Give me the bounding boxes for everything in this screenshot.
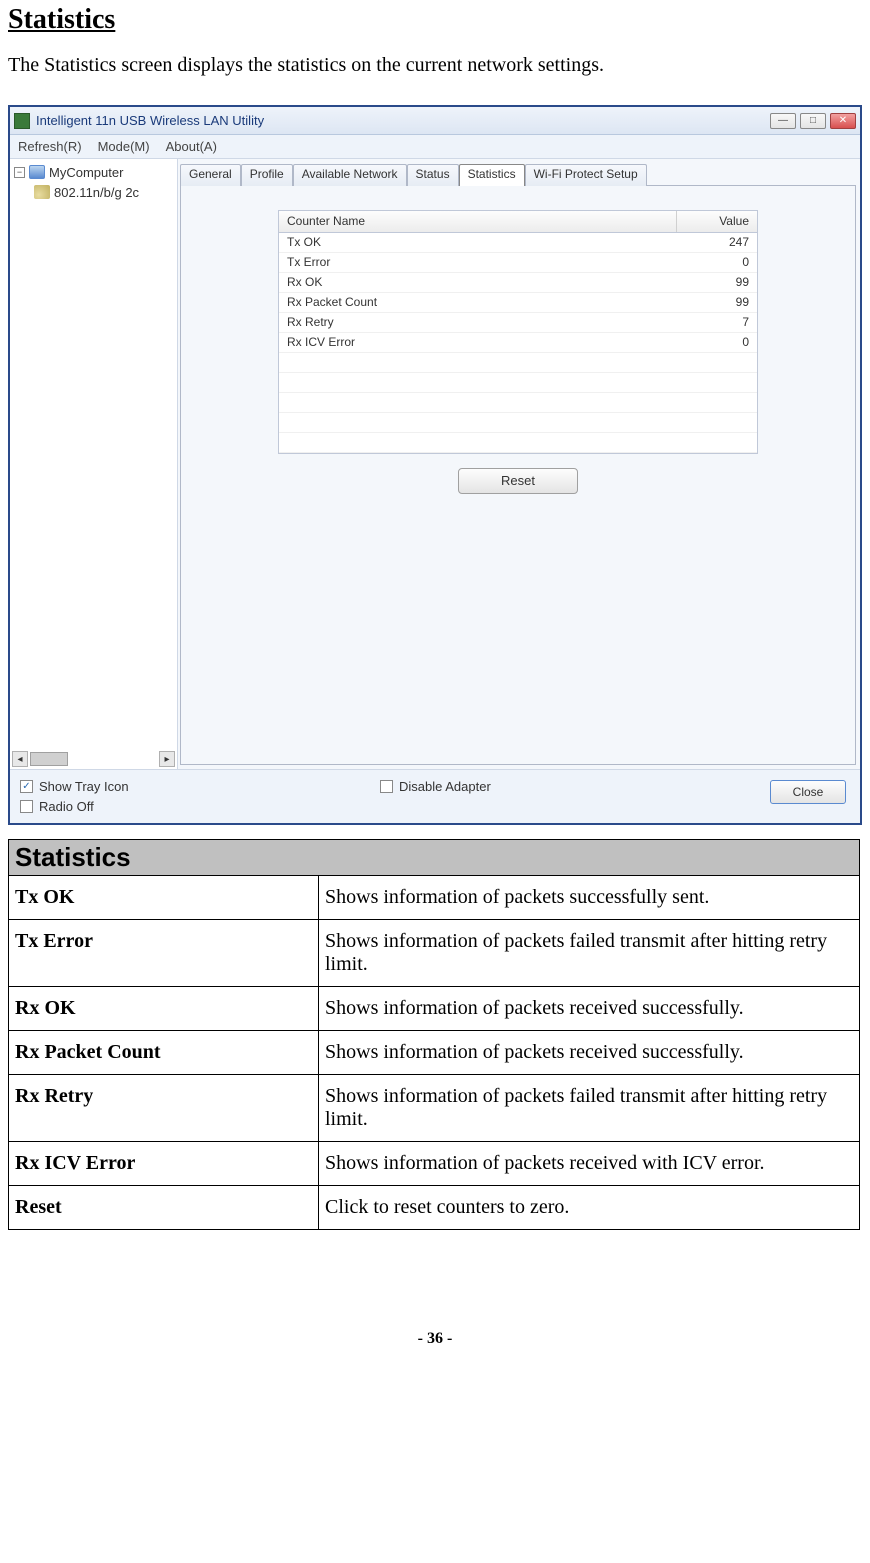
desc-text: Shows information of packets received wi… (319, 1142, 860, 1186)
desc-text: Shows information of packets received su… (319, 1031, 860, 1075)
desc-label: Rx Packet Count (9, 1031, 319, 1075)
stats-value: 99 (677, 293, 757, 312)
table-row (279, 393, 757, 413)
close-app-button[interactable]: Close (770, 780, 846, 804)
disable-adapter-label: Disable Adapter (399, 779, 491, 794)
table-row (279, 353, 757, 373)
tab-general[interactable]: General (180, 164, 241, 186)
desc-label: Tx OK (9, 876, 319, 920)
menubar: Refresh(R) Mode(M) About(A) (10, 135, 860, 159)
scroll-right-icon[interactable]: ▸ (159, 751, 175, 767)
stats-name: Rx OK (279, 273, 677, 292)
titlebar: Intelligent 11n USB Wireless LAN Utility… (10, 107, 860, 135)
menu-about[interactable]: About(A) (166, 139, 217, 154)
stats-value: 99 (677, 273, 757, 292)
desc-label: Rx ICV Error (9, 1142, 319, 1186)
page-number: - 36 - (8, 1330, 862, 1348)
table-row (279, 373, 757, 393)
menu-refresh[interactable]: Refresh(R) (18, 139, 82, 154)
stats-value: 247 (677, 233, 757, 252)
tree-panel: − MyComputer 802.11n/b/g 2c ◂ ▸ (10, 159, 178, 769)
stats-name: Rx ICV Error (279, 333, 677, 352)
show-tray-checkbox[interactable]: ✓ (20, 780, 33, 793)
bottom-bar: ✓ Show Tray Icon Radio Off Disable Adapt… (10, 769, 860, 823)
menu-mode[interactable]: Mode(M) (98, 139, 150, 154)
tab-profile[interactable]: Profile (241, 164, 293, 186)
table-row: Tx Error0 (279, 253, 757, 273)
tree-root-label: MyComputer (49, 165, 123, 180)
desc-text: Shows information of packets failed tran… (319, 920, 860, 987)
maximize-button[interactable]: □ (800, 113, 826, 129)
table-row: Rx OK99 (279, 273, 757, 293)
table-row (279, 433, 757, 453)
tab-wifi-protect-setup[interactable]: Wi-Fi Protect Setup (525, 164, 647, 186)
reset-button[interactable]: Reset (458, 468, 578, 494)
content-panel: General Profile Available Network Status… (178, 159, 860, 769)
table-row: Tx OK247 (279, 233, 757, 253)
desc-label: Rx OK (9, 987, 319, 1031)
show-tray-label: Show Tray Icon (39, 779, 129, 794)
tree-root-node[interactable]: − MyComputer (14, 163, 173, 181)
disable-adapter-checkbox[interactable] (380, 780, 393, 793)
desc-label: Reset (9, 1186, 319, 1230)
table-row: Rx ICV Error0 (279, 333, 757, 353)
page-heading: Statistics (8, 4, 862, 36)
desc-text: Click to reset counters to zero. (319, 1186, 860, 1230)
scroll-thumb[interactable] (30, 752, 68, 766)
stats-name: Rx Retry (279, 313, 677, 332)
desc-text: Shows information of packets failed tran… (319, 1075, 860, 1142)
statistics-table: Counter Name Value Tx OK247 Tx Error0 Rx… (278, 210, 758, 454)
description-table: Statistics Tx OKShows information of pac… (8, 839, 860, 1230)
desc-table-header: Statistics (9, 840, 860, 876)
wifi-adapter-icon (34, 185, 50, 199)
radio-off-label: Radio Off (39, 799, 94, 814)
tree-child-label: 802.11n/b/g 2c (54, 185, 139, 200)
stats-col-value[interactable]: Value (677, 211, 757, 232)
tree-horizontal-scrollbar[interactable]: ◂ ▸ (12, 751, 175, 767)
radio-off-checkbox[interactable] (20, 800, 33, 813)
stats-name: Tx Error (279, 253, 677, 272)
desc-label: Rx Retry (9, 1075, 319, 1142)
tree-child-node[interactable]: 802.11n/b/g 2c (34, 183, 173, 201)
table-row (279, 413, 757, 433)
stats-value: 7 (677, 313, 757, 332)
tab-content-statistics: Counter Name Value Tx OK247 Tx Error0 Rx… (180, 185, 856, 765)
app-icon (14, 113, 30, 129)
table-row: Rx Packet Count99 (279, 293, 757, 313)
computer-icon (29, 165, 45, 179)
stats-value: 0 (677, 253, 757, 272)
stats-name: Rx Packet Count (279, 293, 677, 312)
window-controls: — □ ✕ (770, 113, 856, 129)
table-row: Rx Retry7 (279, 313, 757, 333)
page-description: The Statistics screen displays the stati… (8, 54, 862, 77)
desc-label: Tx Error (9, 920, 319, 987)
minimize-button[interactable]: — (770, 113, 796, 129)
tab-status[interactable]: Status (407, 164, 459, 186)
desc-text: Shows information of packets successfull… (319, 876, 860, 920)
tree-expander-icon[interactable]: − (14, 167, 25, 178)
scroll-left-icon[interactable]: ◂ (12, 751, 28, 767)
tab-statistics[interactable]: Statistics (459, 164, 525, 186)
close-button[interactable]: ✕ (830, 113, 856, 129)
desc-text: Shows information of packets received su… (319, 987, 860, 1031)
stats-value: 0 (677, 333, 757, 352)
tabstrip: General Profile Available Network Status… (180, 163, 856, 185)
stats-col-counter-name[interactable]: Counter Name (279, 211, 677, 232)
tab-available-network[interactable]: Available Network (293, 164, 407, 186)
window-title: Intelligent 11n USB Wireless LAN Utility (36, 113, 770, 128)
statistics-header: Counter Name Value (279, 211, 757, 233)
app-window: Intelligent 11n USB Wireless LAN Utility… (8, 105, 862, 825)
stats-name: Tx OK (279, 233, 677, 252)
